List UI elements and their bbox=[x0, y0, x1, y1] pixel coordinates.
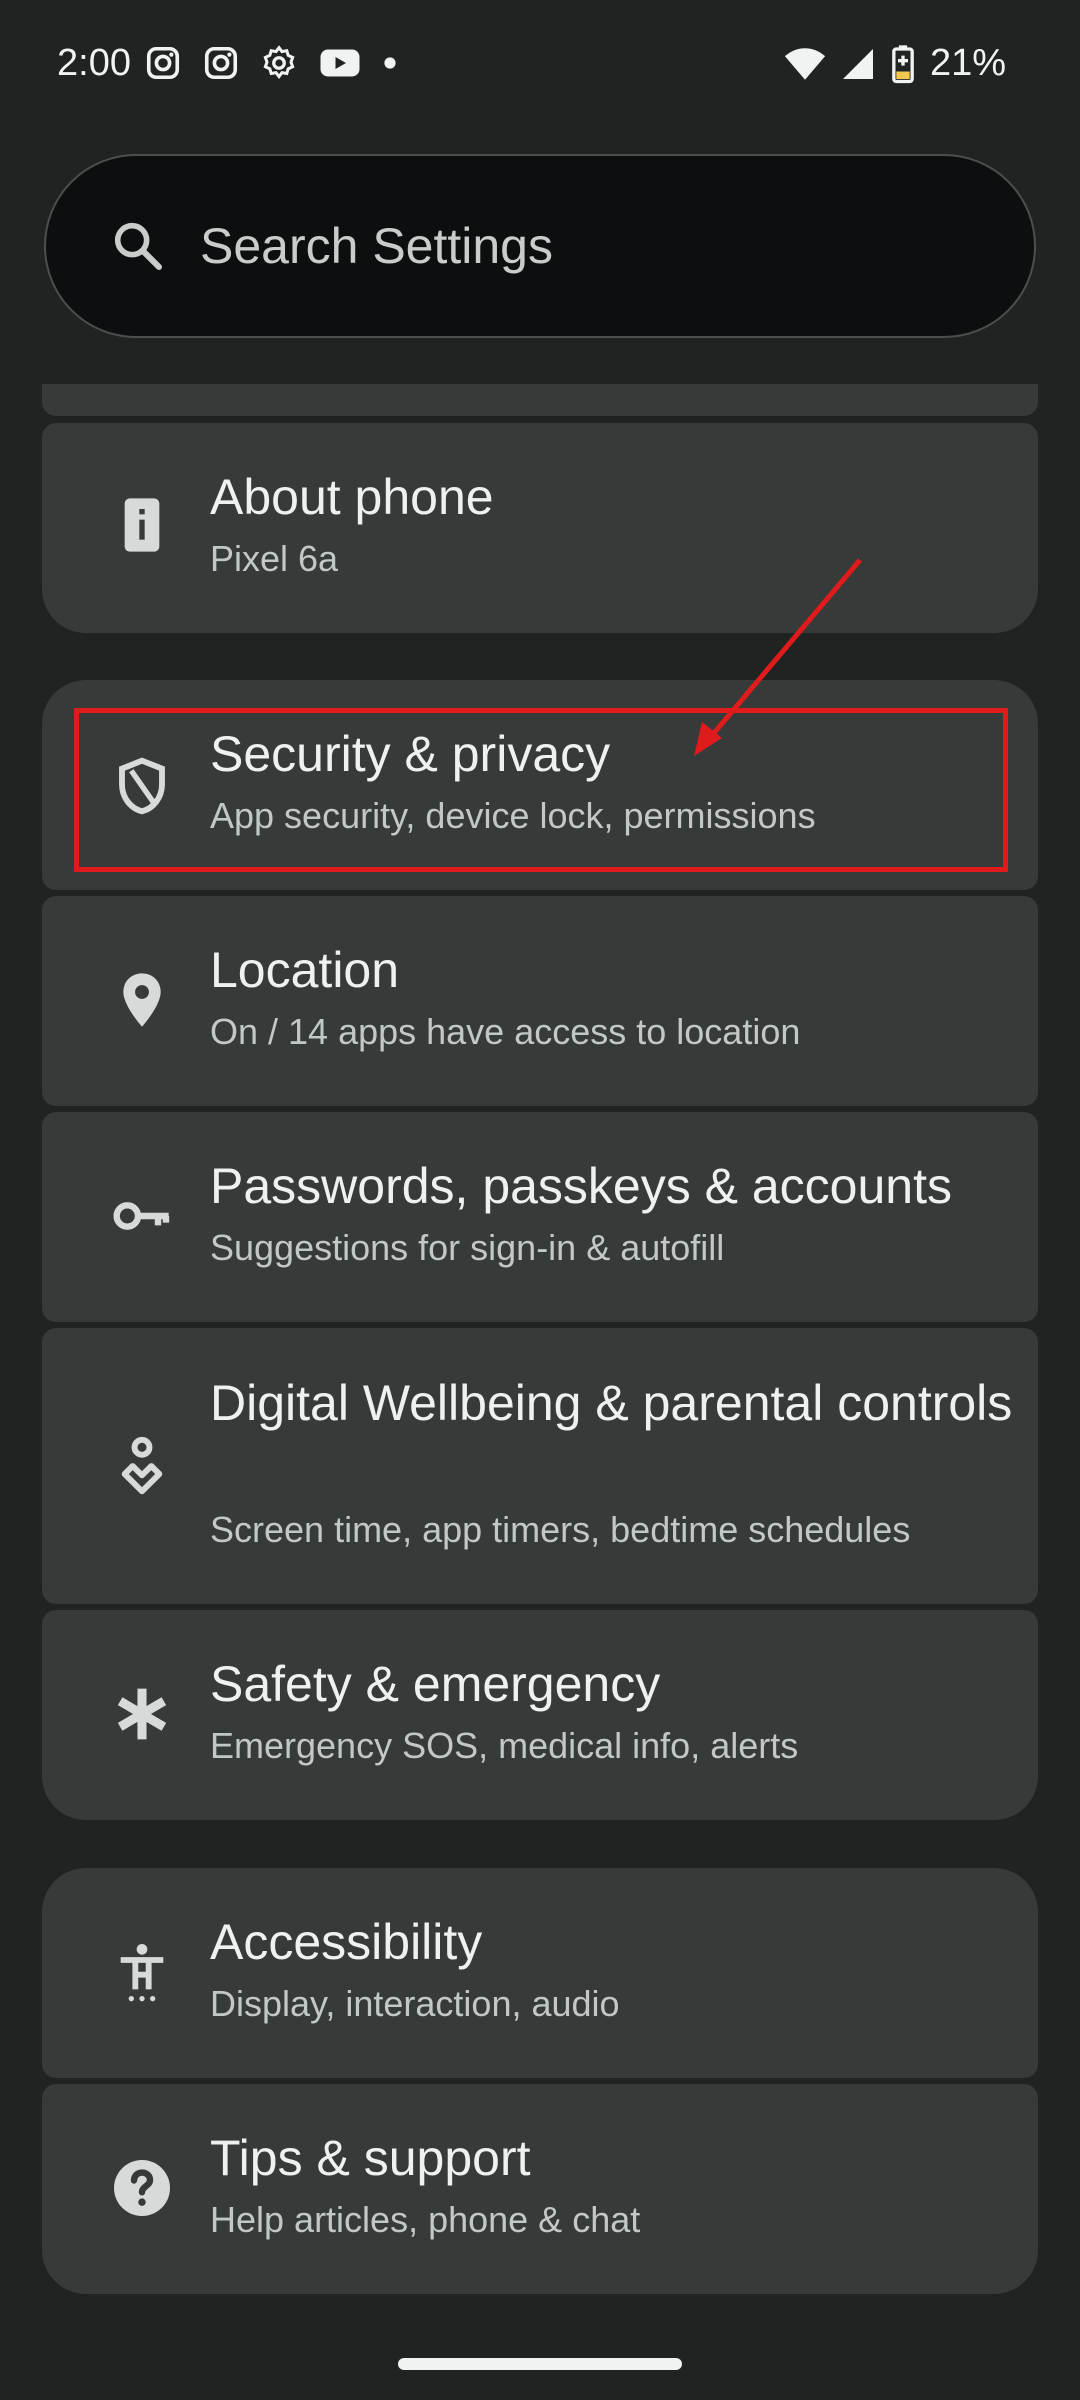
row-title: Accessibility bbox=[210, 1914, 483, 1970]
settings-gear-icon bbox=[263, 45, 295, 79]
settings-item-tips-support[interactable]: Tips & support Help articles, phone & ch… bbox=[42, 2084, 1038, 2294]
settings-item-safety-emergency[interactable]: Safety & emergency Emergency SOS, medica… bbox=[42, 1610, 1038, 1820]
row-title: Tips & support bbox=[210, 2130, 531, 2186]
notification-dot-icon bbox=[384, 57, 396, 69]
row-title: Safety & emergency bbox=[210, 1656, 661, 1712]
location-pin-icon bbox=[123, 973, 161, 1027]
row-subtitle: Emergency SOS, medical info, alerts bbox=[210, 1725, 799, 1766]
settings-item-about-phone[interactable]: About phone Pixel 6a bbox=[42, 423, 1038, 633]
cell-signal-icon bbox=[842, 48, 873, 79]
settings-item-accessibility[interactable]: Accessibility Display, interaction, audi… bbox=[42, 1868, 1038, 2078]
instagram-icon bbox=[204, 46, 238, 80]
system-status-icons: 21% bbox=[784, 42, 1006, 85]
help-icon bbox=[114, 2160, 170, 2216]
row-title: Passwords, passkeys & accounts bbox=[210, 1158, 952, 1214]
instagram-icon bbox=[146, 46, 180, 80]
row-subtitle: Screen time, app timers, bedtime schedul… bbox=[210, 1509, 911, 1550]
youtube-icon bbox=[320, 49, 360, 77]
battery-percent: 21% bbox=[929, 42, 1006, 84]
row-title: About phone bbox=[210, 469, 494, 525]
row-title: Digital Wellbeing & parental controls bbox=[210, 1375, 1013, 1431]
accessibility-icon bbox=[120, 1944, 164, 2002]
status-time: 2:00 bbox=[57, 42, 131, 84]
row-title: Location bbox=[210, 942, 400, 998]
row-subtitle: On / 14 apps have access to location bbox=[210, 1011, 801, 1052]
battery-icon bbox=[892, 44, 914, 83]
search-bar[interactable]: Search Settings bbox=[44, 154, 1036, 338]
partial-settings-card bbox=[42, 384, 1038, 416]
settings-item-passwords-accounts[interactable]: Passwords, passkeys & accounts Suggestio… bbox=[42, 1112, 1038, 1322]
status-bar: 2:00 21% bbox=[0, 0, 1080, 130]
settings-item-digital-wellbeing[interactable]: Digital Wellbeing & parental controls Sc… bbox=[42, 1328, 1038, 1604]
row-subtitle: Help articles, phone & chat bbox=[210, 2199, 641, 2240]
asterisk-icon bbox=[117, 1688, 167, 1740]
settings-item-location[interactable]: Location On / 14 apps have access to loc… bbox=[42, 896, 1038, 1106]
search-icon bbox=[114, 222, 163, 271]
notification-icons bbox=[145, 45, 397, 81]
search-placeholder: Search Settings bbox=[200, 218, 553, 274]
gesture-nav-handle[interactable] bbox=[398, 2358, 682, 2370]
row-subtitle: Display, interaction, audio bbox=[210, 1983, 620, 2024]
wellbeing-icon bbox=[121, 1436, 163, 1495]
phone-info-icon bbox=[124, 498, 160, 552]
key-icon bbox=[113, 1202, 170, 1230]
highlight-box bbox=[74, 708, 1008, 872]
row-subtitle: Suggestions for sign-in & autofill bbox=[210, 1227, 725, 1268]
row-subtitle: Pixel 6a bbox=[210, 538, 339, 579]
wifi-icon bbox=[784, 47, 826, 80]
